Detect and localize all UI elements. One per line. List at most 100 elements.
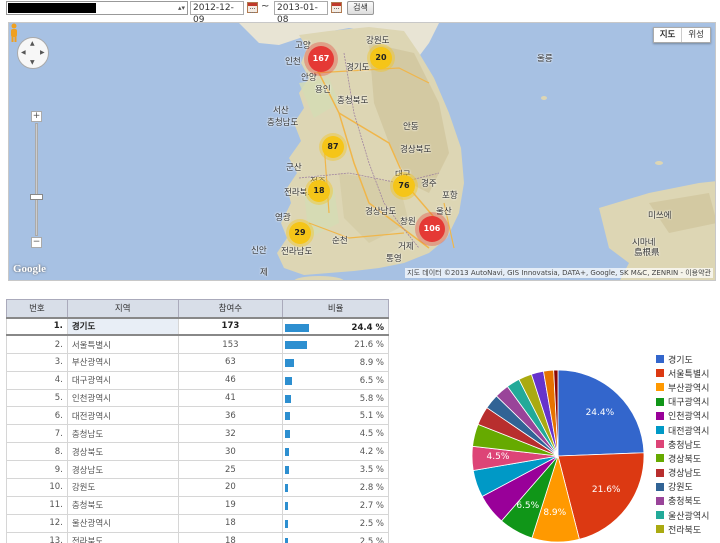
legend-item[interactable]: 경상북도	[656, 451, 709, 465]
cell-count: 46	[177, 371, 283, 390]
zoom-out-button[interactable]: −	[31, 237, 42, 248]
ratio-percent: 4.2 %	[359, 447, 384, 458]
end-date-input[interactable]: 2013-01-08	[274, 1, 328, 25]
cluster-marker[interactable]: 29	[289, 222, 311, 244]
cell-count: 19	[177, 496, 283, 515]
ratio-percent: 2.7 %	[359, 500, 384, 511]
table-row: 13. 전라북도 18 2.5 %	[6, 532, 389, 543]
cluster-marker[interactable]: 20	[370, 47, 392, 69]
legend-item[interactable]: 전라북도	[656, 522, 709, 536]
legend-label: 부산광역시	[668, 383, 710, 394]
pan-left-icon[interactable]: ◀	[21, 50, 26, 56]
calendar-icon[interactable]	[331, 2, 342, 13]
legend-label: 대구광역시	[668, 398, 710, 409]
map-type-control: 지도 위성	[652, 27, 711, 43]
legend-item[interactable]: 대구광역시	[656, 395, 709, 409]
cell-count: 18	[177, 514, 283, 533]
cell-region: 대구광역시	[66, 371, 179, 390]
cluster-marker[interactable]: 18	[308, 180, 330, 202]
legend-item[interactable]: 울산광역시	[656, 508, 709, 522]
legend-label: 인천광역시	[668, 412, 710, 423]
cluster-marker[interactable]: 87	[322, 136, 344, 158]
pan-up-icon[interactable]: ▲	[30, 41, 35, 47]
map-label: 전라남도	[281, 247, 313, 257]
map-type-map-button[interactable]: 지도	[654, 28, 683, 42]
cell-region: 울산광역시	[66, 514, 179, 533]
search-button[interactable]: 검색	[347, 1, 374, 15]
cell-count: 25	[177, 460, 283, 480]
zoom-in-button[interactable]: +	[31, 111, 42, 122]
map-type-satellite-button[interactable]: 위성	[682, 28, 710, 42]
table-row: 10. 강원도 20 2.8 %	[6, 478, 389, 497]
column-header-count[interactable]: 참여수	[177, 299, 284, 318]
legend-label: 경상북도	[668, 454, 702, 465]
map-label: 충청남도	[267, 118, 299, 128]
pie-slice-label: 4.5%	[486, 451, 510, 462]
legend-item[interactable]: 부산광역시	[656, 380, 709, 394]
cluster-marker[interactable]: 167	[308, 46, 334, 72]
legend-item[interactable]: 충청북도	[656, 494, 709, 508]
pan-right-icon[interactable]: ▶	[40, 50, 45, 56]
legend-item[interactable]: 대전광역시	[656, 423, 709, 437]
cell-rank: 7.	[6, 424, 68, 444]
pan-control[interactable]: ▲ ▼ ◀ ▶	[17, 37, 49, 69]
region-stats-table: 번호 지역 참여수 비율 1. 경기도 173 24.4 % 2. 서울특별시 153 21.…	[6, 299, 389, 543]
cell-region: 서울특별시	[66, 335, 179, 354]
map-label: 충청북도	[337, 96, 369, 106]
cell-ratio: 2.5 %	[282, 532, 389, 543]
cluster-marker[interactable]: 106	[419, 216, 445, 242]
pan-down-icon[interactable]: ▼	[30, 60, 35, 66]
pie-slice-label: 24.4%	[585, 407, 615, 418]
pie-slice-label: 8.9%	[543, 508, 567, 519]
legend-swatch	[656, 369, 664, 378]
korea-map[interactable]: 고양 강원도 인천 경기도 안양 용인 울릉 충청북도 서산 충청남도 안동 경…	[8, 22, 716, 281]
calendar-icon[interactable]	[247, 2, 258, 13]
map-label: 통영	[386, 254, 402, 264]
region-select[interactable]: ▴▾	[6, 1, 188, 15]
pie-slice-label: 6.5%	[516, 500, 540, 511]
legend-item[interactable]: 서울특별시	[656, 366, 709, 380]
cluster-marker[interactable]: 76	[393, 175, 415, 197]
cell-region: 부산광역시	[66, 353, 179, 372]
map-label: 강원도	[366, 36, 390, 46]
start-date-input[interactable]: 2012-12-09	[190, 1, 244, 25]
cell-ratio: 5.1 %	[282, 406, 389, 426]
column-header-region[interactable]: 지역	[66, 299, 179, 318]
column-header-rank[interactable]: 번호	[6, 299, 68, 318]
legend-swatch	[656, 426, 664, 435]
cell-rank: 8.	[6, 442, 68, 462]
pegman-icon[interactable]	[9, 23, 19, 43]
legend-item[interactable]: 인천광역시	[656, 409, 709, 423]
cell-count: 173	[177, 317, 283, 336]
legend-label: 강원도	[668, 483, 693, 494]
cell-ratio: 5.8 %	[282, 389, 389, 408]
map-label: 경상남도	[365, 207, 397, 217]
legend-item[interactable]: 강원도	[656, 480, 709, 494]
legend-item[interactable]: 경기도	[656, 352, 709, 366]
table-row: 9. 경상남도 25 3.5 %	[6, 460, 389, 480]
ratio-bar	[285, 430, 291, 439]
map-label: 제	[260, 268, 268, 278]
legend-swatch	[656, 383, 664, 392]
legend-label: 울산광역시	[668, 511, 710, 522]
legend-swatch	[656, 397, 664, 406]
map-label: 고양	[295, 41, 311, 51]
legend-item[interactable]: 충청남도	[656, 437, 709, 451]
legend-swatch	[656, 511, 664, 520]
map-label: 안양	[301, 73, 317, 83]
ratio-bar	[285, 323, 310, 332]
map-label: 신안	[251, 246, 267, 256]
cell-rank: 1.	[6, 317, 68, 336]
zoom-slider-handle[interactable]	[30, 194, 43, 200]
cell-ratio: 24.4 %	[282, 317, 389, 336]
table-row: 8. 경상북도 30 4.2 %	[6, 442, 389, 462]
cell-count: 30	[177, 442, 283, 462]
ratio-percent: 8.9 %	[359, 357, 384, 368]
legend-item[interactable]: 경상남도	[656, 466, 709, 480]
column-header-ratio[interactable]: 비율	[282, 299, 389, 318]
ratio-percent: 24.4 %	[351, 322, 384, 333]
legend-label: 충청북도	[668, 497, 702, 508]
zoom-slider-track[interactable]	[35, 123, 38, 236]
cell-rank: 11.	[6, 496, 68, 515]
map-label: 순천	[332, 236, 348, 246]
